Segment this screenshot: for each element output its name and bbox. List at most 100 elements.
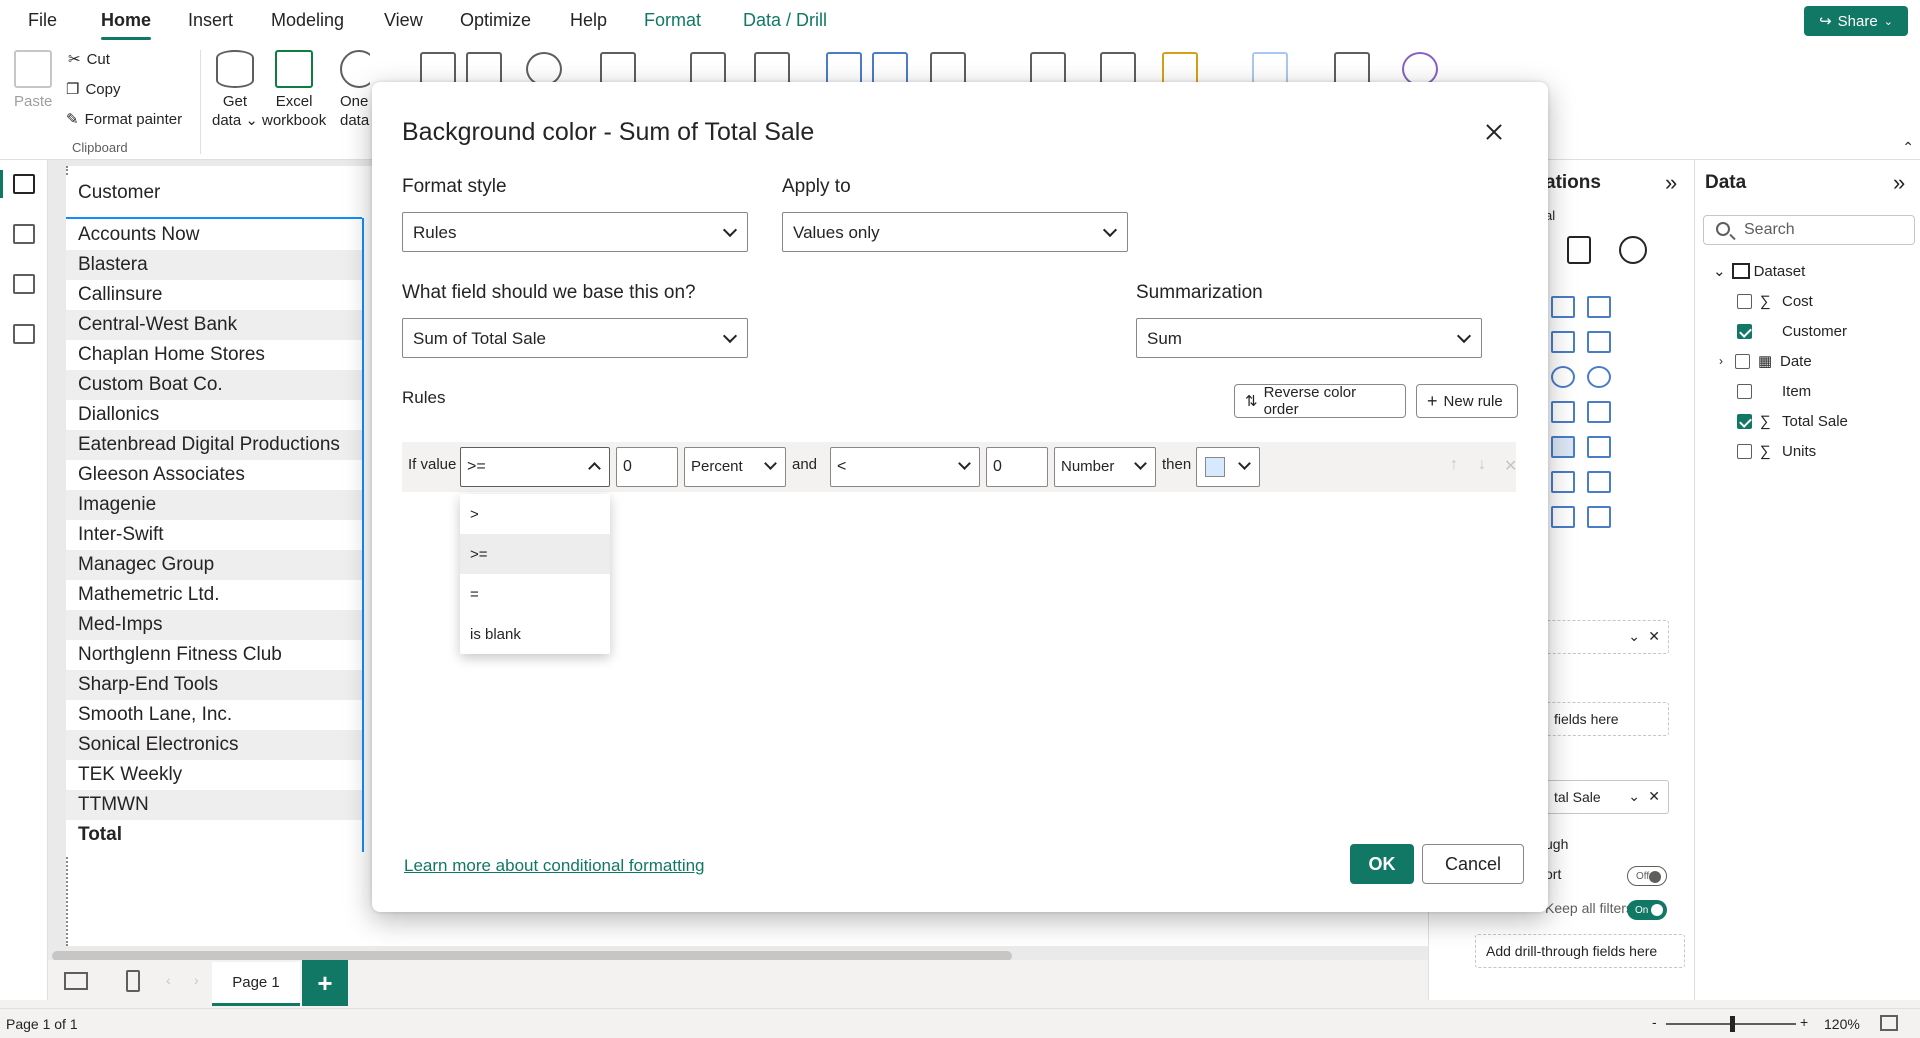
drill-through-well[interactable]: Add drill-through fields here (1475, 934, 1685, 968)
tab-help[interactable]: Help (570, 10, 607, 31)
data-search-input[interactable]: Search (1703, 215, 1915, 245)
fit-to-page-icon[interactable] (1880, 1015, 1898, 1031)
column-header-customer[interactable]: Customer (66, 176, 362, 219)
table-row[interactable]: Sonical Electronics (66, 730, 362, 760)
table-row[interactable]: Gleeson Associates (66, 460, 362, 490)
copy-button[interactable]: ❐ Copy (66, 80, 120, 99)
clustered-column-icon[interactable] (1587, 296, 1611, 318)
page-tab-1[interactable]: Page 1 (212, 962, 300, 1006)
model-view-icon[interactable] (13, 274, 35, 294)
onelake-button[interactable]: One data h (340, 50, 370, 130)
close-icon[interactable] (1482, 120, 1506, 144)
narrative-icon[interactable] (1551, 471, 1575, 493)
move-down-icon[interactable]: ↓ (1478, 456, 1486, 474)
color-picker[interactable] (1196, 447, 1260, 487)
type-1-dropdown[interactable]: Percent (684, 447, 786, 487)
table-row[interactable]: Accounts Now (66, 220, 362, 250)
excel-workbook-button[interactable]: Excel workbook (262, 50, 326, 130)
share-report-icon[interactable] (1334, 52, 1370, 86)
more-visuals-icon[interactable] (930, 52, 966, 86)
table-row[interactable]: Sharp-End Tools (66, 670, 362, 700)
table-row[interactable]: Med-Imps (66, 610, 362, 640)
table-row[interactable]: Chaplan Home Stores (66, 340, 362, 370)
cut-button[interactable]: ✂ Cut (68, 50, 110, 69)
clustered-bar-icon[interactable] (1551, 296, 1575, 318)
text-box-icon[interactable] (872, 52, 908, 86)
tab-optimize[interactable]: Optimize (460, 10, 531, 31)
tab-data-drill[interactable]: Data / Drill (743, 10, 827, 31)
desktop-layout-icon[interactable] (64, 972, 88, 990)
recent-sources-icon[interactable] (526, 52, 562, 86)
field-units[interactable]: ∑ Units (1737, 440, 1816, 462)
tab-insert[interactable]: Insert (188, 10, 233, 31)
sensitivity-icon[interactable] (1162, 52, 1198, 86)
tab-format[interactable]: Format (644, 10, 701, 31)
table-row[interactable]: Northglenn Fitness Club (66, 640, 362, 670)
dataset-node[interactable]: ⌄ Dataset (1713, 260, 1805, 282)
donut-chart-icon[interactable] (1587, 366, 1611, 388)
dax-query-icon[interactable] (13, 324, 35, 344)
tab-file[interactable]: File (28, 10, 57, 31)
table-row[interactable]: Mathemetric Ltd. (66, 580, 362, 610)
line-column-icon[interactable] (1551, 331, 1575, 353)
value-2-input[interactable]: 0 (986, 447, 1048, 487)
zoom-slider-thumb[interactable] (1730, 1016, 1735, 1032)
remove-field-icon[interactable]: ✕ (1648, 788, 1660, 805)
tab-modeling[interactable]: Modeling (271, 10, 344, 31)
field-checkbox[interactable] (1737, 323, 1752, 339)
r-visual-icon[interactable] (1587, 436, 1611, 458)
transform-data-icon[interactable] (600, 52, 636, 86)
card-icon[interactable] (1587, 401, 1611, 423)
gauge-icon[interactable] (1551, 401, 1575, 423)
field-checkbox[interactable] (1735, 353, 1750, 369)
table-row[interactable]: TTMWN (66, 790, 362, 820)
quick-measure-icon[interactable] (1100, 52, 1136, 86)
format-visual-icon[interactable] (1567, 236, 1591, 264)
refresh-icon[interactable] (754, 52, 790, 86)
table-row[interactable]: Central-West Bank (66, 310, 362, 340)
chevron-right-icon[interactable]: › (1719, 354, 1735, 368)
field-checkbox[interactable] (1737, 443, 1752, 459)
bar-chart-icon[interactable] (826, 52, 862, 86)
cancel-button[interactable]: Cancel (1422, 844, 1524, 884)
operator-2-dropdown[interactable]: < (830, 447, 980, 487)
type-2-dropdown[interactable]: Number (1054, 447, 1156, 487)
analytics-icon[interactable] (1619, 236, 1647, 264)
table-row[interactable]: Managec Group (66, 550, 362, 580)
scroll-right-icon[interactable]: › (194, 972, 199, 988)
matrix-icon[interactable] (1551, 436, 1575, 458)
remove-field-icon[interactable]: ✕ (1648, 628, 1660, 645)
new-visual-icon[interactable] (690, 52, 726, 86)
new-measure-icon[interactable] (1030, 52, 1066, 86)
table-row[interactable]: TEK Weekly (66, 760, 362, 790)
format-style-dropdown[interactable]: Rules (402, 212, 748, 252)
field-customer[interactable]: Customer (1737, 320, 1847, 342)
dataverse-icon[interactable] (420, 52, 456, 86)
table-row[interactable]: Imagenie (66, 490, 362, 520)
table-visual[interactable]: Customer Accounts Now Blastera Callinsur… (66, 176, 362, 856)
move-up-icon[interactable]: ↑ (1450, 456, 1458, 474)
cross-report-toggle[interactable]: Off (1627, 866, 1667, 886)
more-visuals-icon[interactable] (1587, 506, 1611, 528)
table-row[interactable]: Diallonics (66, 400, 362, 430)
share-button[interactable]: ↪ Share ⌄ (1804, 6, 1908, 36)
apply-to-dropdown[interactable]: Values only (782, 212, 1128, 252)
operator-option-selected[interactable]: >= (460, 534, 610, 574)
sql-server-icon[interactable] (466, 52, 502, 86)
mobile-layout-icon[interactable] (126, 970, 140, 992)
field-date[interactable]: › ▦ Date (1719, 350, 1812, 372)
trophy-icon[interactable] (1587, 471, 1611, 493)
collapse-viz-pane-icon[interactable]: » (1665, 170, 1677, 196)
field-checkbox[interactable] (1737, 413, 1752, 429)
zoom-in-button[interactable]: + (1800, 1014, 1808, 1030)
field-checkbox[interactable] (1737, 383, 1752, 399)
value-1-input[interactable]: 0 (616, 447, 678, 487)
field-total-sale[interactable]: ∑ Total Sale (1737, 410, 1848, 432)
table-row[interactable]: Eatenbread Digital Productions (66, 430, 362, 460)
field-checkbox[interactable] (1737, 293, 1752, 309)
reverse-color-order-button[interactable]: ⇅ Reverse color order (1234, 384, 1406, 418)
table-row[interactable]: Blastera (66, 250, 362, 280)
base-field-dropdown[interactable]: Sum of Total Sale (402, 318, 748, 358)
zoom-out-button[interactable]: - (1652, 1014, 1657, 1030)
paste-button[interactable]: Paste (14, 50, 52, 111)
